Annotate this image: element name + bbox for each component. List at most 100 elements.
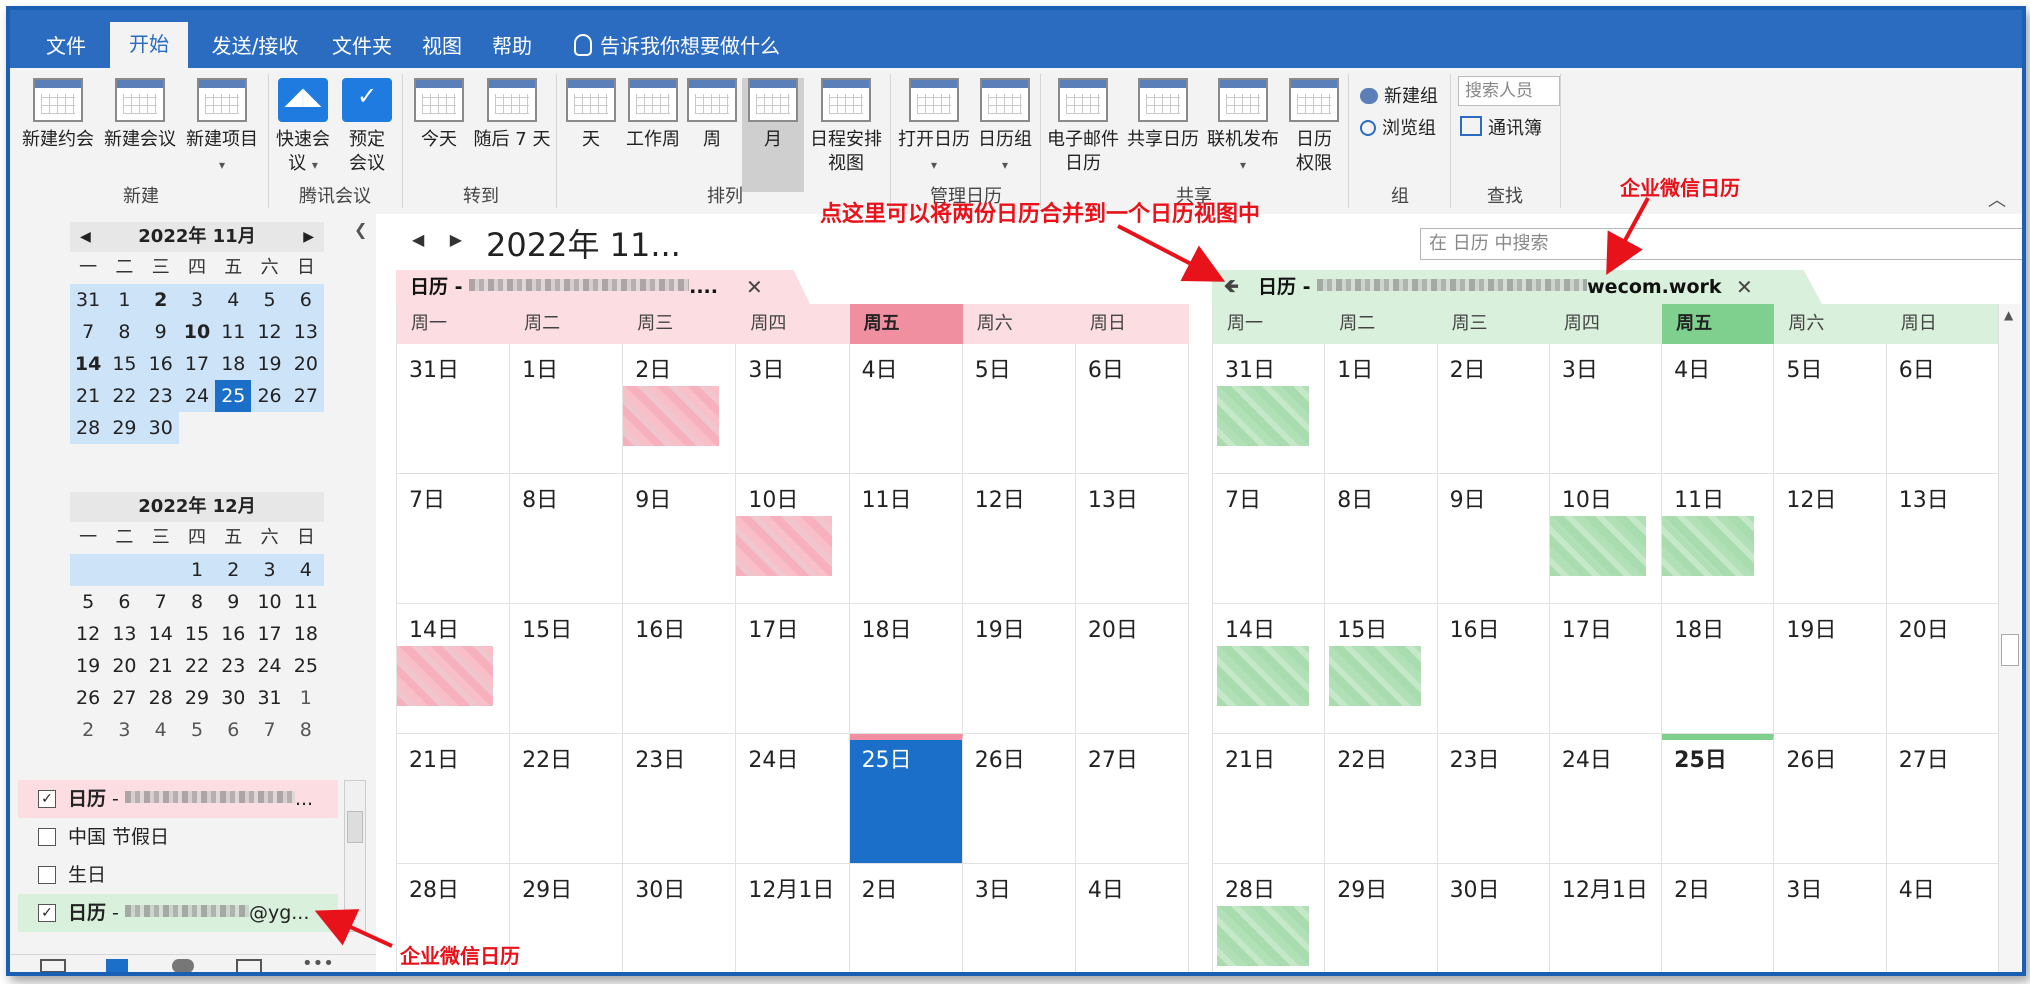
day-cell[interactable]: 20日 xyxy=(1075,604,1189,734)
day-cell[interactable]: 3日 xyxy=(963,864,1076,972)
mini-day[interactable]: 15 xyxy=(106,348,143,380)
tell-me-search[interactable]: 告诉我你想要做什么 xyxy=(574,24,780,68)
day-cell[interactable]: 4日 xyxy=(849,344,963,474)
calendar-tab-personal[interactable]: 日历 - .... ✕ xyxy=(396,270,810,304)
scrollbar-thumb[interactable] xyxy=(2001,634,2019,666)
day-cell[interactable]: 19日 xyxy=(962,604,1076,734)
mini-day[interactable]: 10 xyxy=(251,586,287,618)
calendar-item-wecom[interactable]: ✓ 日历 - @yg... xyxy=(18,894,338,932)
calendar-event[interactable] xyxy=(1217,646,1309,706)
mini-day[interactable]: 23 xyxy=(142,380,179,412)
mini-day-today[interactable]: 25 xyxy=(215,380,252,412)
tab-help[interactable]: 帮助 xyxy=(482,24,542,68)
day-cell[interactable]: 14日 xyxy=(397,604,511,734)
calendar-item-birthdays[interactable]: 生日 xyxy=(18,856,338,894)
mini-day[interactable]: 23 xyxy=(215,650,251,682)
mini-day[interactable]: 2 xyxy=(142,284,179,316)
mini-day[interactable]: 26 xyxy=(70,682,106,714)
day-cell[interactable]: 6日 xyxy=(1075,344,1189,474)
day-view-button[interactable]: 天 xyxy=(562,78,620,152)
mini-day[interactable]: 22 xyxy=(179,650,215,682)
next-7-days-button[interactable]: 随后 7 天 xyxy=(470,78,554,152)
mini-day[interactable]: 16 xyxy=(215,618,251,650)
work-week-view-button[interactable]: 工作周 xyxy=(622,78,684,152)
day-cell[interactable]: 9日 xyxy=(1437,474,1550,604)
schedule-view-button[interactable]: 日程安排 视图 xyxy=(806,78,886,176)
mini-day[interactable]: 21 xyxy=(143,650,179,682)
previous-month-icon[interactable]: ◀ xyxy=(80,222,91,252)
day-cell[interactable]: 11日 xyxy=(1662,474,1775,604)
day-cell[interactable]: 12月1日 xyxy=(1550,864,1663,972)
day-cell[interactable]: 29日 xyxy=(510,864,624,972)
mini-day[interactable]: 29 xyxy=(179,682,215,714)
mini-day[interactable]: 1 xyxy=(288,682,324,714)
mini-day[interactable]: 13 xyxy=(106,618,142,650)
checkbox-checked[interactable]: ✓ xyxy=(38,904,56,922)
mini-day[interactable]: 31 xyxy=(251,682,287,714)
mini-day[interactable]: 7 xyxy=(251,714,287,746)
mini-day[interactable]: 20 xyxy=(287,348,324,380)
mini-day[interactable]: 1 xyxy=(178,554,216,586)
mini-day[interactable]: 12 xyxy=(70,618,106,650)
checkbox[interactable] xyxy=(38,828,56,846)
search-people-input[interactable]: 搜索人员 xyxy=(1458,76,1560,106)
day-cell[interactable]: 4日 xyxy=(1662,344,1775,474)
day-cell[interactable]: 3日 xyxy=(736,344,850,474)
mini-day[interactable]: 7 xyxy=(70,316,107,348)
calendar-event[interactable] xyxy=(1549,516,1646,576)
collapse-pane-icon[interactable]: ❮ xyxy=(354,220,367,239)
day-cell[interactable]: 29日 xyxy=(1325,864,1438,972)
overlay-arrow-icon[interactable]: 🡸 xyxy=(1224,270,1239,304)
mini-day[interactable]: 16 xyxy=(142,348,179,380)
day-cell[interactable]: 5日 xyxy=(1774,344,1887,474)
collapse-ribbon-icon[interactable]: ︿ xyxy=(1988,186,2006,212)
day-cell[interactable]: 4日 xyxy=(1076,864,1189,972)
day-cell-today[interactable]: 25日 xyxy=(849,734,963,864)
day-cell[interactable]: 8日 xyxy=(510,474,624,604)
people-icon[interactable] xyxy=(172,959,194,972)
day-cell[interactable]: 9日 xyxy=(623,474,737,604)
mini-day[interactable]: 20 xyxy=(106,650,142,682)
mini-day[interactable]: 8 xyxy=(179,586,215,618)
mini-day[interactable]: 25 xyxy=(288,650,324,682)
mini-day[interactable]: 9 xyxy=(215,586,251,618)
calendar-event[interactable] xyxy=(1329,646,1422,706)
day-cell[interactable]: 27日 xyxy=(1886,734,1999,864)
mini-day[interactable]: 17 xyxy=(251,618,287,650)
mini-day[interactable]: 30 xyxy=(215,682,251,714)
day-cell[interactable]: 4日 xyxy=(1887,864,1999,972)
mini-day[interactable]: 15 xyxy=(179,618,215,650)
mini-day[interactable]: 8 xyxy=(288,714,324,746)
calendar-scrollbar[interactable]: ▲ xyxy=(1998,304,2021,972)
mini-day[interactable]: 9 xyxy=(142,316,179,348)
day-cell[interactable]: 21日 xyxy=(1213,734,1326,864)
mini-day[interactable]: 3 xyxy=(251,554,288,586)
mini-day[interactable]: 31 xyxy=(70,284,107,316)
mini-day[interactable]: 2 xyxy=(70,714,106,746)
new-appointment-button[interactable]: 新建约会 xyxy=(18,78,98,152)
day-cell[interactable]: 6日 xyxy=(1886,344,1999,474)
day-cell[interactable]: 5日 xyxy=(962,344,1076,474)
mini-day[interactable]: 7 xyxy=(143,586,179,618)
day-cell[interactable]: 7日 xyxy=(1213,474,1326,604)
today-button[interactable]: 今天 xyxy=(408,78,470,152)
folder-list-scrollbar[interactable] xyxy=(344,780,366,932)
mini-day[interactable]: 4 xyxy=(215,284,252,316)
mini-day[interactable]: 24 xyxy=(178,380,216,412)
mini-day[interactable]: 18 xyxy=(215,348,252,380)
day-cell[interactable]: 2日 xyxy=(1437,344,1550,474)
day-cell[interactable]: 15日 xyxy=(1325,604,1438,734)
day-cell[interactable]: 30日 xyxy=(1438,864,1550,972)
tasks-icon[interactable] xyxy=(236,959,262,972)
mini-day[interactable]: 12 xyxy=(251,316,288,348)
mini-day[interactable]: 10 xyxy=(178,316,216,348)
mini-day[interactable]: 19 xyxy=(70,650,106,682)
day-cell[interactable]: 16日 xyxy=(1437,604,1550,734)
day-cell[interactable]: 17日 xyxy=(736,604,850,734)
book-meeting-button[interactable]: ✓ 预定 会议 xyxy=(338,78,396,176)
checkbox-checked[interactable]: ✓ xyxy=(38,790,56,808)
new-meeting-button[interactable]: 新建会议 xyxy=(100,78,180,152)
mini-day[interactable]: 22 xyxy=(106,380,143,412)
quick-meeting-button[interactable]: ◢◣ 快速会议 ▾ xyxy=(272,78,334,177)
day-cell[interactable]: 26日 xyxy=(962,734,1076,864)
